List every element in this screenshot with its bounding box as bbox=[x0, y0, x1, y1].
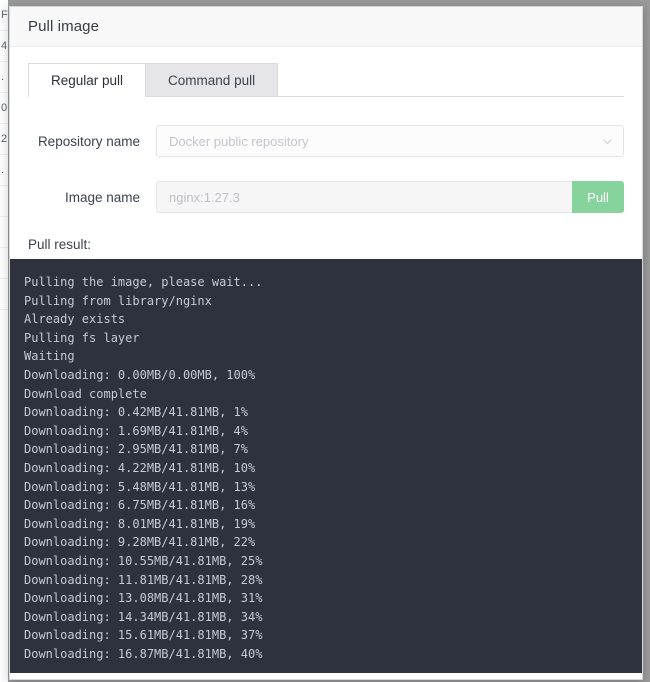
background-row-fragment: . bbox=[0, 62, 8, 93]
background-row-fragment bbox=[0, 186, 8, 217]
tab-regular-pull-label: Regular pull bbox=[51, 73, 123, 88]
image-name-label: Image name bbox=[28, 190, 156, 205]
repository-name-select[interactable]: Docker public repository bbox=[156, 125, 624, 157]
log-line: Downloading: 10.55MB/41.81MB, 25% bbox=[24, 552, 628, 571]
background-row-fragment: 0 bbox=[0, 93, 8, 124]
image-name-input[interactable] bbox=[156, 181, 572, 213]
tab-strip: Regular pull Command pull bbox=[28, 63, 624, 97]
background-row-fragment bbox=[0, 248, 8, 279]
tab-command-pull-label: Command pull bbox=[168, 73, 255, 88]
log-line: Downloading: 14.34MB/41.81MB, 34% bbox=[24, 608, 628, 627]
log-line: Downloading: 8.01MB/41.81MB, 19% bbox=[24, 515, 628, 534]
background-row-fragment: 4 bbox=[0, 31, 8, 62]
background-row-fragment: . bbox=[0, 155, 8, 186]
log-line: Download complete bbox=[24, 385, 628, 404]
log-line: Downloading: 0.42MB/41.81MB, 1% bbox=[24, 403, 628, 422]
log-line: Pulling from library/nginx bbox=[24, 292, 628, 311]
background-row-fragment: F bbox=[0, 0, 8, 31]
pull-button[interactable]: Pull bbox=[572, 181, 624, 213]
pull-result-label: Pull result: bbox=[28, 237, 624, 252]
pull-image-dialog: Pull image Regular pull Command pull Rep… bbox=[9, 6, 643, 680]
repository-name-label: Repository name bbox=[28, 134, 156, 149]
pull-form: Repository name Docker public repository… bbox=[28, 97, 624, 213]
background-row-fragment: 2 bbox=[0, 124, 8, 155]
log-line: Downloading: 13.08MB/41.81MB, 31% bbox=[24, 589, 628, 608]
log-line: Downloading: 2.95MB/41.81MB, 7% bbox=[24, 440, 628, 459]
log-line: Downloading: 15.61MB/41.81MB, 37% bbox=[24, 626, 628, 645]
pull-result-log[interactable]: Pulling the image, please wait...Pulling… bbox=[10, 259, 642, 673]
dialog-body: Regular pull Command pull Repository nam… bbox=[10, 47, 642, 252]
repository-name-value: Docker public repository bbox=[169, 134, 602, 149]
log-line: Waiting bbox=[24, 347, 628, 366]
background-row-fragment bbox=[0, 217, 8, 248]
tab-command-pull[interactable]: Command pull bbox=[145, 63, 278, 96]
dialog-title: Pull image bbox=[28, 18, 99, 35]
log-line: Downloading: 0.00MB/0.00MB, 100% bbox=[24, 366, 628, 385]
log-line: Downloading: 11.81MB/41.81MB, 28% bbox=[24, 571, 628, 590]
image-name-input-group: Pull bbox=[156, 181, 624, 213]
image-name-row: Image name Pull bbox=[28, 181, 624, 213]
background-page-sliver: F4.02. bbox=[0, 0, 8, 682]
repository-name-row: Repository name Docker public repository bbox=[28, 125, 624, 157]
log-line: Downloading: 16.87MB/41.81MB, 40% bbox=[24, 645, 628, 664]
log-line: Already exists bbox=[24, 310, 628, 329]
log-line: Downloading: 1.69MB/41.81MB, 4% bbox=[24, 422, 628, 441]
log-line: Pulling the image, please wait... bbox=[24, 273, 628, 292]
chevron-down-icon bbox=[602, 136, 613, 147]
log-line: Downloading: 5.48MB/41.81MB, 13% bbox=[24, 478, 628, 497]
log-line: Downloading: 9.28MB/41.81MB, 22% bbox=[24, 533, 628, 552]
log-line: Downloading: 4.22MB/41.81MB, 10% bbox=[24, 459, 628, 478]
log-line: Downloading: 6.75MB/41.81MB, 16% bbox=[24, 496, 628, 515]
background-row-fragment bbox=[0, 279, 8, 310]
dialog-header: Pull image bbox=[10, 7, 642, 47]
tab-regular-pull[interactable]: Regular pull bbox=[28, 63, 146, 96]
log-line: Pulling fs layer bbox=[24, 329, 628, 348]
